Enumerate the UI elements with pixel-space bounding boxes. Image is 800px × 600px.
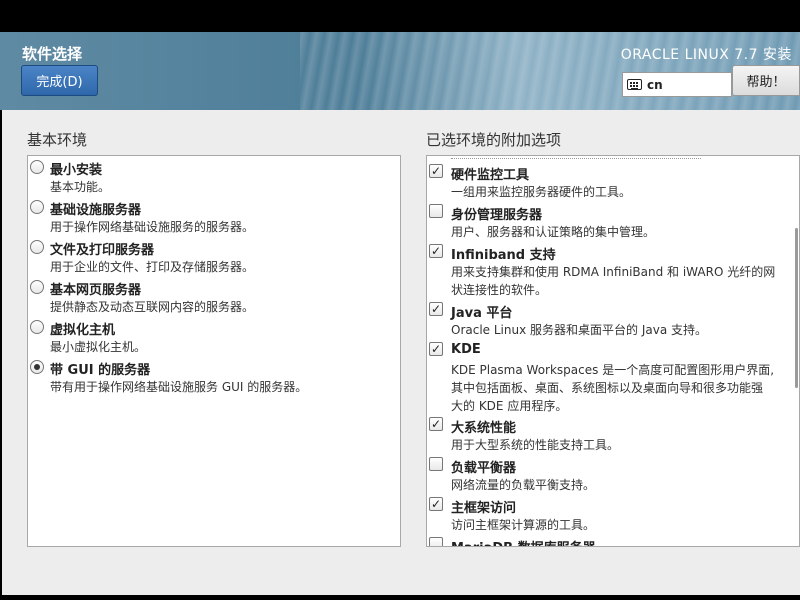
addon-title: 主框架访问 bbox=[451, 501, 517, 516]
checkbox[interactable] bbox=[429, 457, 443, 471]
addon-desc: 网络流量的负载平衡支持。 bbox=[451, 478, 596, 492]
addon-desc: 访问主框架计算源的工具。 bbox=[451, 518, 596, 532]
scrolled-content-edge bbox=[451, 156, 701, 159]
addons-label: 已选环境的附加选项 bbox=[426, 131, 562, 149]
checkbox-checked[interactable]: ✓ bbox=[429, 302, 443, 316]
radio-button[interactable] bbox=[30, 160, 44, 174]
help-button[interactable]: 帮助！ bbox=[732, 65, 800, 96]
radio-button[interactable] bbox=[30, 320, 44, 334]
checkbox-checked[interactable]: ✓ bbox=[429, 342, 443, 356]
addon-desc: Oracle Linux 服务器和桌面平台的 Java 支持。 bbox=[451, 323, 707, 337]
env-option-desc: 用于操作网络基础设施服务的服务器。 bbox=[50, 220, 255, 234]
addon-desc: 一组用来监控服务器硬件的工具。 bbox=[451, 185, 632, 199]
env-option-desc: 用于企业的文件、打印及存储服务器。 bbox=[50, 260, 255, 274]
addon-title: KDE bbox=[451, 342, 481, 357]
addon-title: 大系统性能 bbox=[451, 421, 517, 436]
radio-button[interactable] bbox=[30, 240, 44, 254]
checkbox-checked[interactable]: ✓ bbox=[429, 497, 443, 511]
checkbox[interactable] bbox=[429, 204, 443, 218]
addon-title: 身份管理服务器 bbox=[451, 208, 543, 223]
env-option-title: 文件及打印服务器 bbox=[50, 243, 155, 258]
addon-desc: 用于大型系统的性能支持工具。 bbox=[451, 438, 620, 452]
addon-desc: 其中包括面板、桌面、系统图标以及桌面向导和很多功能强 bbox=[451, 381, 764, 395]
addon-desc: KDE Plasma Workspaces 是一个高度可配置图形用户界面, bbox=[451, 363, 775, 377]
addons-scrollbar[interactable] bbox=[795, 228, 798, 388]
base-environment-label: 基本环境 bbox=[27, 131, 88, 149]
env-option-desc: 带有用于操作网络基础设施服务 GUI 的服务器。 bbox=[50, 380, 308, 394]
env-option-title: 带 GUI 的服务器 bbox=[50, 363, 151, 378]
product-title: ORACLE LINUX 7.7 安装 bbox=[620, 47, 792, 63]
env-option-title: 基本网页服务器 bbox=[50, 283, 142, 298]
env-option-title: 最小安装 bbox=[50, 163, 103, 178]
base-environment-list: 最小安装 基本功能。 基础设施服务器 用于操作网络基础设施服务的服务器。 文件及… bbox=[27, 155, 401, 547]
addon-desc: 状连接性的软件。 bbox=[451, 283, 548, 297]
env-option-title: 基础设施服务器 bbox=[50, 203, 142, 218]
top-black-bar bbox=[0, 0, 800, 32]
keyboard-icon bbox=[627, 79, 642, 90]
addon-desc: 大的 KDE 应用程序。 bbox=[451, 399, 568, 413]
addon-title: 硬件监控工具 bbox=[451, 168, 530, 183]
addon-title: Java 平台 bbox=[451, 306, 513, 321]
radio-button-selected[interactable] bbox=[30, 360, 44, 374]
addon-desc: 用来支持集群和使用 RDMA InfiniBand 和 iWARO 光纤的网 bbox=[451, 265, 776, 279]
main-content: 基本环境 已选环境的附加选项 最小安装 基本功能。 基础设施服务器 用于操作网络… bbox=[2, 110, 800, 595]
keyboard-layout-indicator[interactable]: cn bbox=[622, 72, 732, 97]
addons-list[interactable]: ✓ 硬件监控工具 一组用来监控服务器硬件的工具。 身份管理服务器 用户、服务器和… bbox=[426, 155, 800, 547]
installer-header: 软件选择 完成(D) ORACLE LINUX 7.7 安装 cn 帮助！ bbox=[0, 32, 800, 110]
addon-title: 负载平衡器 bbox=[451, 461, 517, 476]
keyboard-layout-label: cn bbox=[647, 77, 663, 92]
checkbox-checked[interactable]: ✓ bbox=[429, 244, 443, 258]
env-option-desc: 提供静态及动态互联网内容的服务器。 bbox=[50, 300, 255, 314]
env-option-title: 虚拟化主机 bbox=[50, 323, 116, 338]
addon-desc: 用户、服务器和认证策略的集中管理。 bbox=[451, 225, 656, 239]
addon-title: MariaDB 数据库服务器 bbox=[451, 537, 596, 546]
radio-button[interactable] bbox=[30, 200, 44, 214]
checkbox-checked[interactable]: ✓ bbox=[429, 417, 443, 431]
addon-title: Infiniband 支持 bbox=[451, 248, 556, 263]
done-button[interactable]: 完成(D) bbox=[21, 65, 98, 96]
env-option-desc: 最小虚拟化主机。 bbox=[50, 340, 147, 354]
checkbox-checked[interactable]: ✓ bbox=[429, 164, 443, 178]
checkbox[interactable] bbox=[429, 537, 443, 546]
radio-button[interactable] bbox=[30, 280, 44, 294]
env-option-desc: 基本功能。 bbox=[50, 180, 111, 194]
page-title: 软件选择 bbox=[22, 45, 83, 63]
